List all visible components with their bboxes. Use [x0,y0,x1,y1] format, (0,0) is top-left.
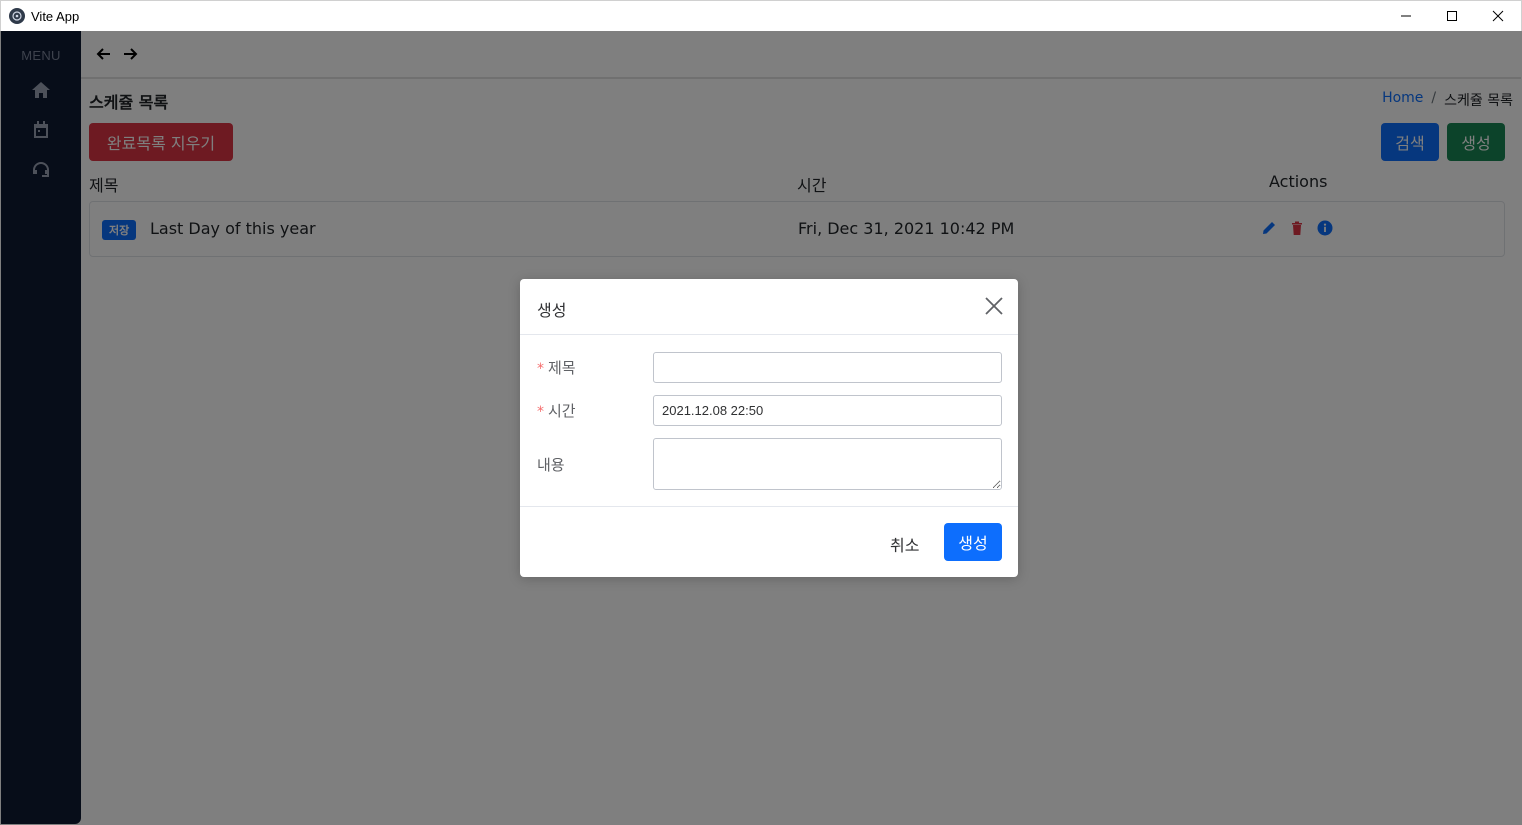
close-icon[interactable] [984,296,1004,316]
close-icon [1492,10,1504,22]
title-field-label: * 제목 [537,359,576,377]
close-window-button[interactable] [1475,1,1521,31]
cancel-button[interactable]: 취소 [890,532,919,556]
window-controls [1383,1,1521,31]
submit-create-button[interactable]: 생성 [944,523,1002,561]
window-title: Vite App [31,8,80,24]
required-mark: * [537,404,544,420]
time-input[interactable] [653,395,1002,426]
required-mark: * [537,361,544,377]
minimize-button[interactable] [1383,1,1429,31]
maximize-button[interactable] [1429,1,1475,31]
time-field-label: * 시간 [537,402,576,420]
minimize-icon [1401,15,1411,17]
title-input[interactable] [653,352,1002,383]
maximize-icon [1447,11,1457,21]
content-field-label: 내용 [537,456,565,474]
app-logo-icon [9,8,25,24]
dialog-footer-divider [520,506,1018,507]
content-textarea[interactable] [653,438,1002,490]
create-schedule-dialog: 생성 *제목 *시간 내용 취소 생성 [520,279,1018,577]
window-titlebar: Vite App [0,0,1522,31]
dialog-title: 생성 [537,301,567,320]
dialog-header: 생성 [520,279,1018,335]
